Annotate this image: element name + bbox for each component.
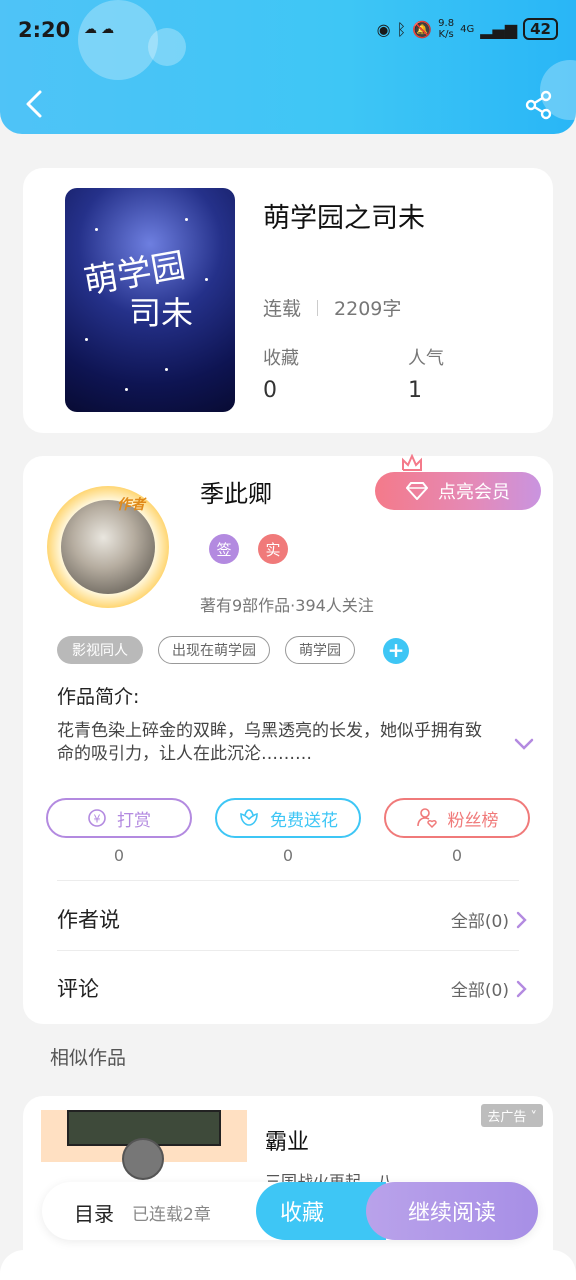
avatar — [61, 500, 155, 594]
reward-value: 0 — [113, 846, 125, 865]
network-speed: 9.8 K/s — [438, 18, 454, 40]
diamond-icon — [406, 482, 428, 500]
cover-star — [205, 278, 208, 281]
bottom-action-bar: 目录 已连载2章 收藏 继续阅读 — [42, 1182, 538, 1240]
fan-rank-label: 粉丝榜 — [447, 810, 499, 831]
speed-unit: K/s — [438, 29, 454, 40]
author-sub-info: 著有9部作品·394人关注 — [200, 596, 374, 615]
reward-button[interactable]: ¥ 打赏 — [46, 798, 192, 838]
eye-icon: ◉ — [376, 19, 391, 39]
crown-icon — [402, 454, 422, 471]
vip-button[interactable]: 点亮会员 — [375, 472, 541, 510]
yen-icon: ¥ — [88, 809, 106, 827]
chevron-right-icon — [516, 980, 527, 997]
intro-text: 花青色染上碎金的双眸，乌黑透亮的长发，她似乎拥有致命的吸引力，让人在此沉沦……… — [57, 721, 482, 764]
add-tag-button[interactable]: + — [383, 638, 409, 664]
comments-label[interactable]: 评论 — [57, 973, 99, 1003]
flower-icon — [240, 809, 258, 826]
divider — [57, 880, 519, 881]
cover-subtitle: 司未 — [129, 294, 194, 332]
remove-ad-button[interactable]: 去广告 ˅ — [481, 1104, 543, 1127]
book-cover[interactable]: 萌学园 司未 — [65, 188, 235, 412]
vip-button-label: 点亮会员 — [438, 482, 510, 503]
comments-count: 全部(0) — [450, 981, 509, 1001]
meta-separator — [317, 299, 319, 316]
chevron-down-icon[interactable] — [513, 736, 535, 752]
share-icon[interactable] — [524, 90, 554, 120]
back-icon[interactable] — [20, 88, 48, 120]
favorites-value: 0 — [263, 378, 277, 403]
cover-star — [125, 388, 128, 391]
flower-value: 0 — [282, 846, 294, 865]
tag-item[interactable]: 影视同人 — [57, 636, 143, 664]
divider — [57, 950, 519, 951]
send-flower-button[interactable]: 免费送花 — [215, 798, 361, 838]
author-says-count: 全部(0) — [450, 912, 509, 932]
fan-icon — [416, 808, 437, 829]
send-flower-label: 免费送花 — [270, 810, 338, 831]
status-right: ◉ ᛒ 🔕 9.8 K/s 4G ▂▄▆ 42 — [377, 18, 558, 40]
continue-reading-button[interactable]: 继续阅读 — [366, 1182, 538, 1240]
notification-icons: ☁ ☁ — [84, 22, 115, 37]
reward-label: 打赏 — [117, 810, 151, 831]
chapter-count: 已连载2章 — [132, 1205, 211, 1225]
speed-value: 9.8 — [438, 18, 455, 29]
chevron-right-icon — [516, 911, 527, 928]
fan-rank-button[interactable]: 粉丝榜 — [384, 798, 530, 838]
book-status: 连载 — [263, 298, 302, 320]
cover-star — [85, 338, 88, 341]
comments-all-link[interactable]: 全部(0) — [451, 976, 527, 1001]
status-time: 2:20 — [18, 18, 71, 42]
intro-label: 作品简介: — [57, 686, 140, 708]
battery-indicator: 42 — [523, 18, 558, 40]
author-badge: 作者 — [117, 497, 145, 513]
popularity-label: 人气 — [408, 348, 444, 369]
svg-text:¥: ¥ — [94, 813, 101, 826]
signed-badge: 签 — [209, 534, 239, 564]
cover-star — [95, 228, 98, 231]
signal-icon: ▂▄▆ — [480, 19, 518, 39]
fan-rank-value: 0 — [451, 846, 463, 865]
book-word-count: 2209字 — [334, 298, 402, 320]
favorites-label: 收藏 — [263, 348, 299, 369]
book-title: 萌学园之司未 — [263, 203, 425, 234]
toc-button[interactable]: 目录 — [74, 1198, 114, 1227]
top-header: 2:20 ☁ ☁ ◉ ᛒ 🔕 9.8 K/s 4G ▂▄▆ 42 — [0, 0, 576, 134]
bluetooth-icon: ᛒ — [396, 19, 407, 39]
similar-item-title: 霸业 — [265, 1130, 310, 1155]
floating-avatar[interactable] — [122, 1138, 164, 1180]
cover-star — [185, 218, 188, 221]
popularity-value: 1 — [408, 378, 422, 403]
similar-works-title: 相似作品 — [50, 1047, 127, 1069]
status-bar: 2:20 ☁ ☁ ◉ ᛒ 🔕 9.8 K/s 4G ▂▄▆ 42 — [18, 16, 558, 46]
network-type: 4G — [460, 23, 475, 35]
author-says-label[interactable]: 作者说 — [57, 904, 120, 934]
author-avatar-frame[interactable]: 作者 — [47, 486, 169, 608]
tag-item[interactable]: 出现在萌学园 — [158, 636, 270, 664]
system-nav-strip — [0, 1250, 576, 1280]
cover-star — [165, 368, 168, 371]
book-info-card: 萌学园 司未 萌学园之司未 连载 2209字 收藏 0 人气 1 — [23, 168, 553, 433]
verified-badge: 实 — [258, 534, 288, 564]
remove-ad-label: 去广告 — [487, 1110, 527, 1125]
author-name[interactable]: 季此卿 — [200, 474, 272, 509]
mute-icon: 🔕 — [412, 19, 433, 39]
author-says-all-link[interactable]: 全部(0) — [451, 907, 527, 932]
tag-item[interactable]: 萌学园 — [285, 636, 355, 664]
author-card: 作者 季此卿 点亮会员 签 实 著有9部作品·394人关注 影视同人 出现在萌学… — [23, 454, 553, 1024]
book-meta: 连载 2209字 — [263, 294, 401, 321]
